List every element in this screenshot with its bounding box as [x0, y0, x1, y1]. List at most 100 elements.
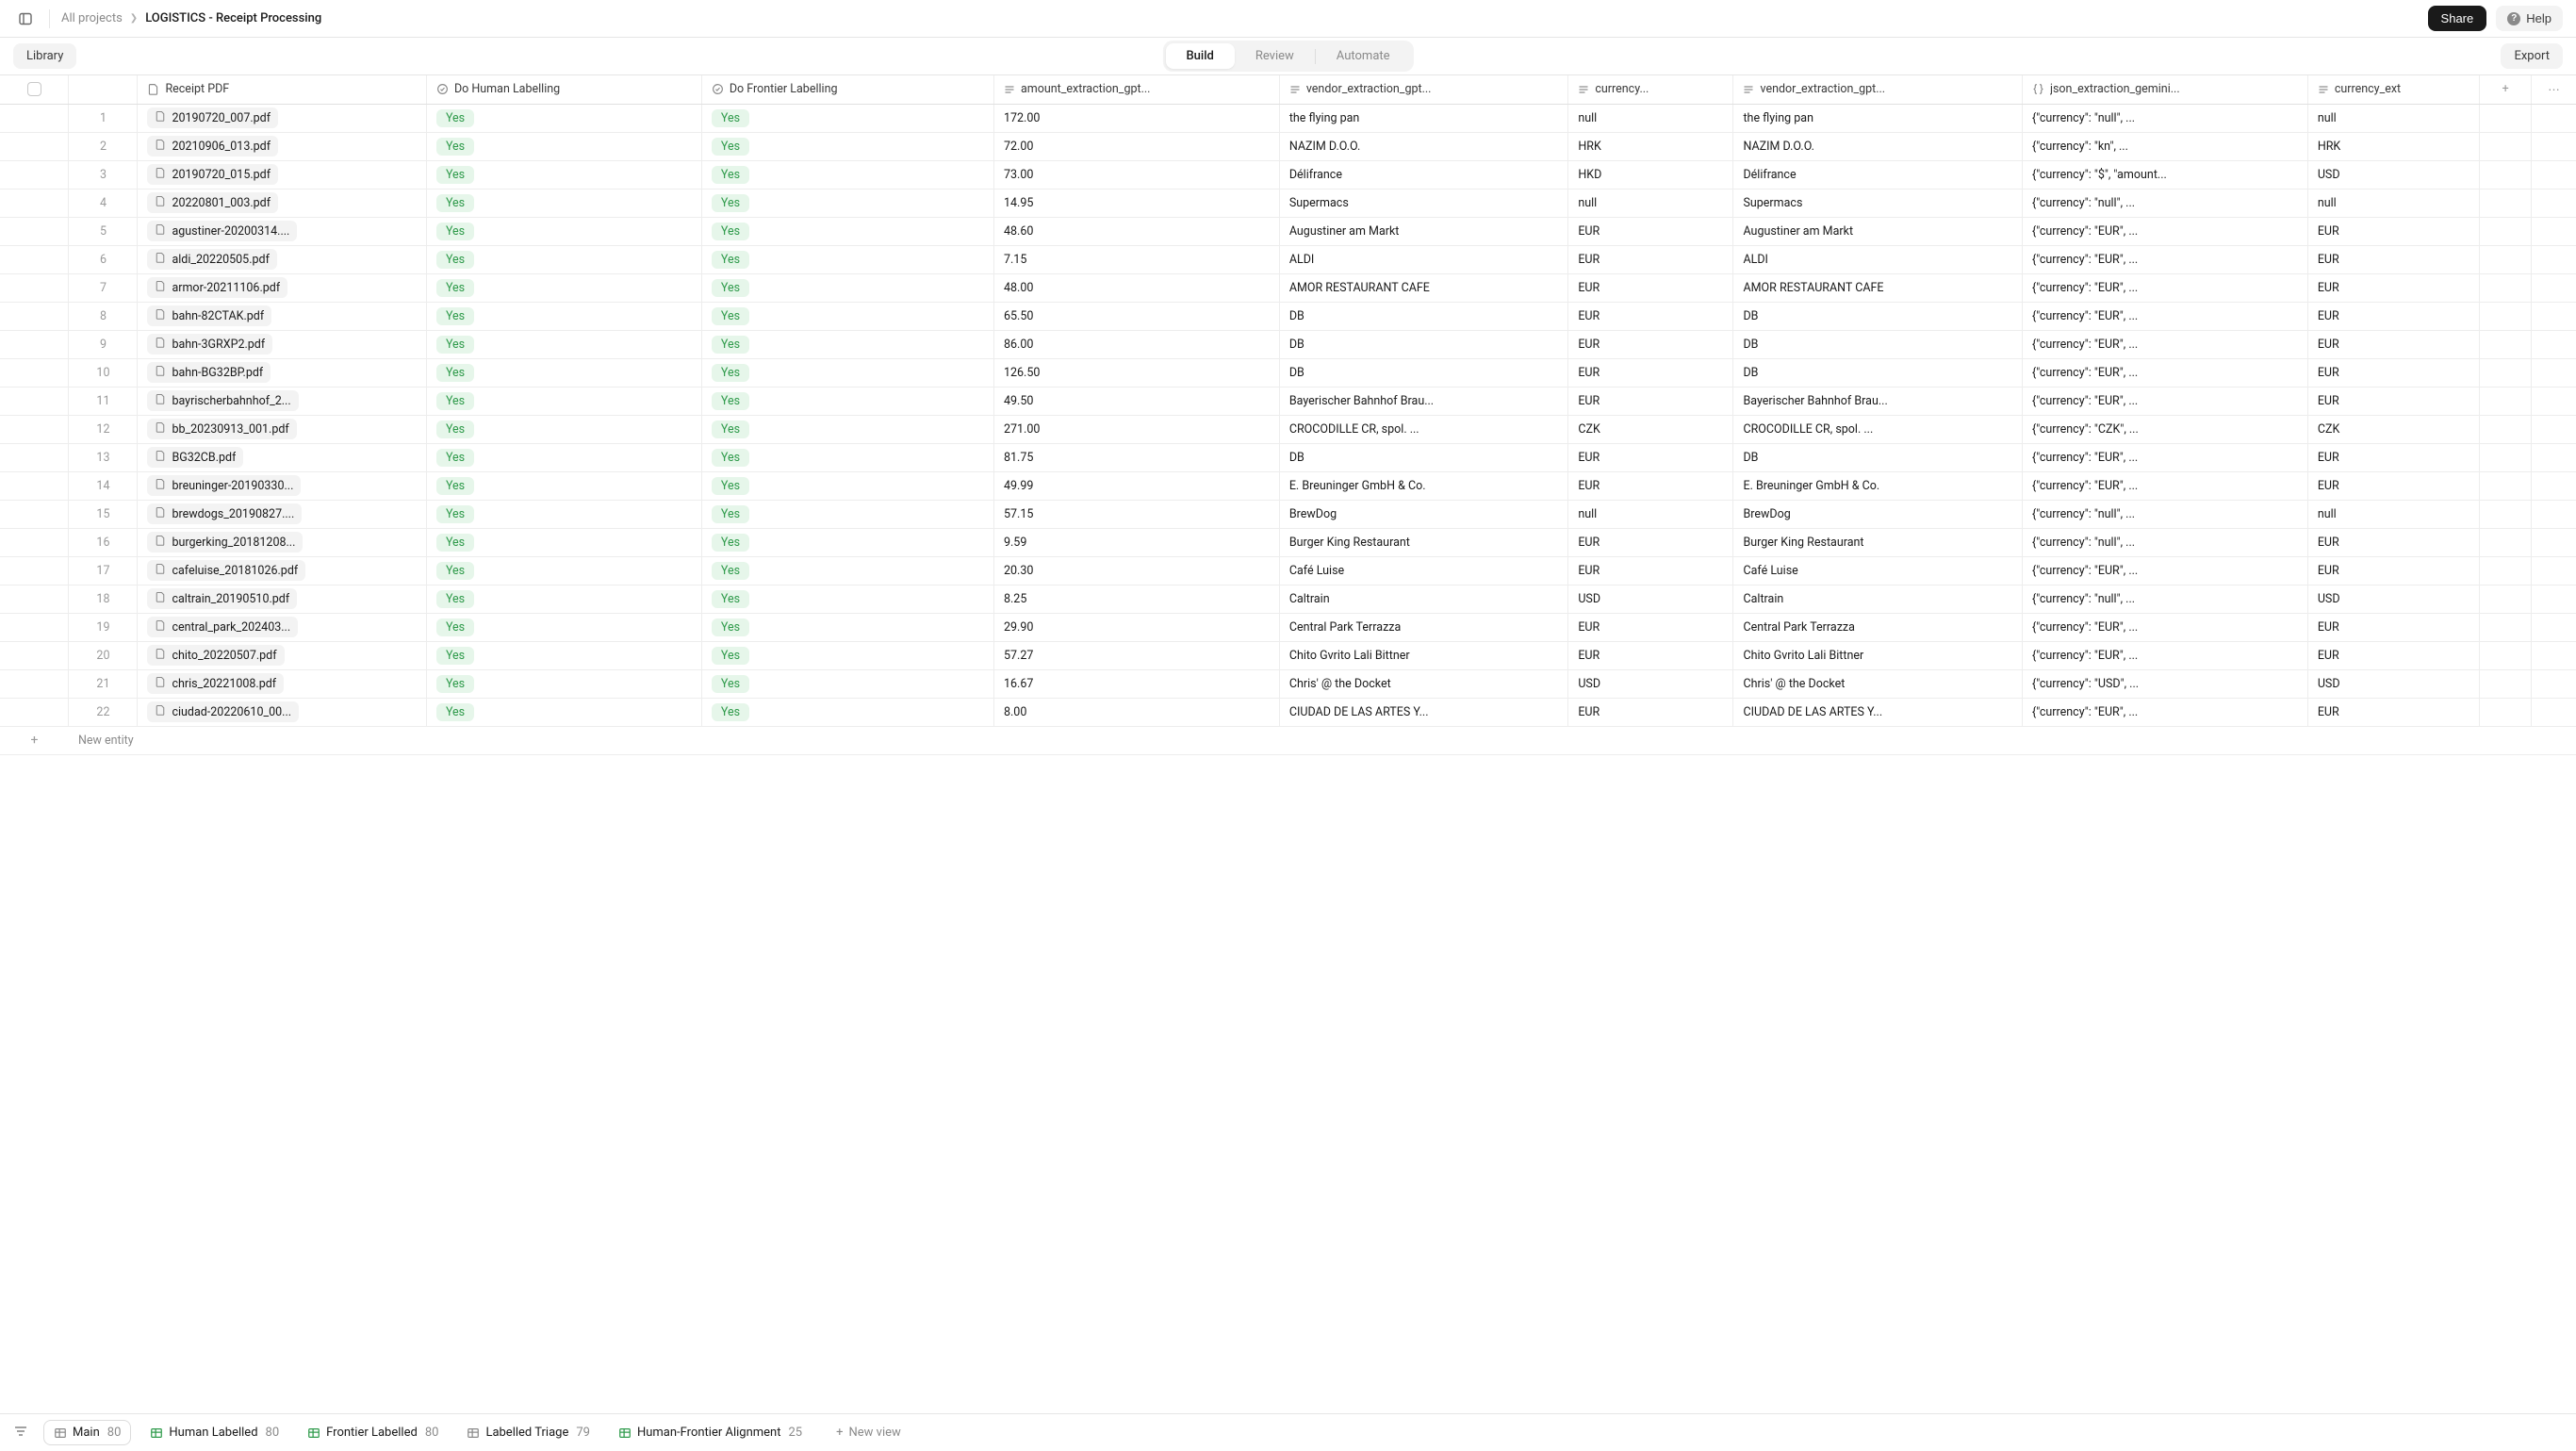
- cell-currency1[interactable]: null: [1568, 189, 1733, 217]
- cell-human[interactable]: Yes: [426, 585, 701, 613]
- cell-currency2[interactable]: HRK: [2307, 132, 2479, 160]
- cell-frontier[interactable]: Yes: [701, 245, 993, 273]
- col-vendor1[interactable]: vendor_extraction_gpt...: [1279, 75, 1568, 104]
- cell-currency1[interactable]: null: [1568, 104, 1733, 132]
- table-row[interactable]: 6aldi_20220505.pdfYesYes7.15ALDIEURALDI{…: [0, 245, 2576, 273]
- cell-currency2[interactable]: null: [2307, 500, 2479, 528]
- cell-json[interactable]: {"currency": "null", ...: [2022, 104, 2307, 132]
- cell-json[interactable]: {"currency": "kn", ...: [2022, 132, 2307, 160]
- row-select[interactable]: [0, 245, 69, 273]
- cell-currency2[interactable]: USD: [2307, 160, 2479, 189]
- cell-json[interactable]: {"currency": "EUR", ...: [2022, 613, 2307, 641]
- cell-currency1[interactable]: EUR: [1568, 613, 1733, 641]
- cell-amount[interactable]: 72.00: [993, 132, 1279, 160]
- cell-frontier[interactable]: Yes: [701, 585, 993, 613]
- cell-currency2[interactable]: EUR: [2307, 273, 2479, 302]
- mode-build[interactable]: Build: [1165, 43, 1234, 69]
- cell-json[interactable]: {"currency": "EUR", ...: [2022, 556, 2307, 585]
- cell-amount[interactable]: 48.00: [993, 273, 1279, 302]
- view-tab[interactable]: Frontier Labelled80: [298, 1421, 448, 1444]
- col-json[interactable]: json_extraction_gemini...: [2022, 75, 2307, 104]
- row-select[interactable]: [0, 273, 69, 302]
- cell-vendor1[interactable]: ALDI: [1279, 245, 1568, 273]
- cell-human[interactable]: Yes: [426, 132, 701, 160]
- cell-amount[interactable]: 57.15: [993, 500, 1279, 528]
- cell-human[interactable]: Yes: [426, 273, 701, 302]
- cell-human[interactable]: Yes: [426, 217, 701, 245]
- cell-currency1[interactable]: EUR: [1568, 528, 1733, 556]
- table-row[interactable]: 17cafeluise_20181026.pdfYesYes20.30Café …: [0, 556, 2576, 585]
- cell-human[interactable]: Yes: [426, 669, 701, 698]
- cell-file[interactable]: ciudad-20220610_00...: [138, 698, 427, 726]
- cell-vendor1[interactable]: DB: [1279, 443, 1568, 471]
- cell-frontier[interactable]: Yes: [701, 302, 993, 330]
- cell-file[interactable]: chris_20221008.pdf: [138, 669, 427, 698]
- cell-vendor2[interactable]: Augustiner am Markt: [1733, 217, 2023, 245]
- row-select[interactable]: [0, 500, 69, 528]
- table-row[interactable]: 19central_park_202403...YesYes29.90Centr…: [0, 613, 2576, 641]
- row-select[interactable]: [0, 330, 69, 358]
- checkbox[interactable]: [27, 82, 41, 96]
- cell-vendor1[interactable]: BrewDog: [1279, 500, 1568, 528]
- cell-file[interactable]: central_park_202403...: [138, 613, 427, 641]
- cell-vendor2[interactable]: E. Breuninger GmbH & Co.: [1733, 471, 2023, 500]
- cell-file[interactable]: 20190720_015.pdf: [138, 160, 427, 189]
- cell-currency1[interactable]: EUR: [1568, 556, 1733, 585]
- filter-button[interactable]: [13, 1424, 28, 1443]
- cell-human[interactable]: Yes: [426, 471, 701, 500]
- cell-vendor2[interactable]: DB: [1733, 358, 2023, 387]
- cell-amount[interactable]: 172.00: [993, 104, 1279, 132]
- cell-currency2[interactable]: EUR: [2307, 443, 2479, 471]
- mode-automate[interactable]: Automate: [1316, 43, 1411, 69]
- cell-file[interactable]: bahn-82CTAK.pdf: [138, 302, 427, 330]
- cell-human[interactable]: Yes: [426, 641, 701, 669]
- cell-currency1[interactable]: EUR: [1568, 641, 1733, 669]
- row-select[interactable]: [0, 556, 69, 585]
- cell-amount[interactable]: 7.15: [993, 245, 1279, 273]
- cell-currency2[interactable]: EUR: [2307, 613, 2479, 641]
- cell-file[interactable]: burgerking_20181208...: [138, 528, 427, 556]
- table-row[interactable]: 420220801_003.pdfYesYes14.95Supermacsnul…: [0, 189, 2576, 217]
- cell-amount[interactable]: 57.27: [993, 641, 1279, 669]
- cell-amount[interactable]: 8.00: [993, 698, 1279, 726]
- cell-vendor1[interactable]: Supermacs: [1279, 189, 1568, 217]
- cell-vendor2[interactable]: Chris' @ the Docket: [1733, 669, 2023, 698]
- cell-amount[interactable]: 8.25: [993, 585, 1279, 613]
- cell-vendor1[interactable]: Délifrance: [1279, 160, 1568, 189]
- cell-frontier[interactable]: Yes: [701, 613, 993, 641]
- column-more-button[interactable]: ⋯: [2531, 75, 2576, 104]
- table-row[interactable]: 20chito_20220507.pdfYesYes57.27Chito Gvr…: [0, 641, 2576, 669]
- cell-human[interactable]: Yes: [426, 302, 701, 330]
- table-row[interactable]: 21chris_20221008.pdfYesYes16.67Chris' @ …: [0, 669, 2576, 698]
- cell-currency1[interactable]: EUR: [1568, 698, 1733, 726]
- table-row[interactable]: 320190720_015.pdfYesYes73.00DélifranceHK…: [0, 160, 2576, 189]
- cell-file[interactable]: cafeluise_20181026.pdf: [138, 556, 427, 585]
- row-select[interactable]: [0, 387, 69, 415]
- table-row[interactable]: 15brewdogs_20190827....YesYes57.15BrewDo…: [0, 500, 2576, 528]
- cell-vendor2[interactable]: Supermacs: [1733, 189, 2023, 217]
- cell-currency1[interactable]: EUR: [1568, 443, 1733, 471]
- export-button[interactable]: Export: [2501, 43, 2563, 69]
- share-button[interactable]: Share: [2428, 6, 2487, 31]
- cell-vendor1[interactable]: Café Luise: [1279, 556, 1568, 585]
- cell-currency2[interactable]: USD: [2307, 585, 2479, 613]
- cell-json[interactable]: {"currency": "null", ...: [2022, 585, 2307, 613]
- cell-file[interactable]: bayrischerbahnhof_2...: [138, 387, 427, 415]
- cell-frontier[interactable]: Yes: [701, 160, 993, 189]
- cell-frontier[interactable]: Yes: [701, 443, 993, 471]
- col-currency2[interactable]: currency_ext: [2307, 75, 2479, 104]
- cell-currency1[interactable]: EUR: [1568, 273, 1733, 302]
- row-select[interactable]: [0, 132, 69, 160]
- col-frontier[interactable]: Do Frontier Labelling: [701, 75, 993, 104]
- col-vendor2[interactable]: vendor_extraction_gpt...: [1733, 75, 2023, 104]
- cell-file[interactable]: breuninger-20190330...: [138, 471, 427, 500]
- cell-file[interactable]: bahn-3GRXP2.pdf: [138, 330, 427, 358]
- cell-frontier[interactable]: Yes: [701, 500, 993, 528]
- cell-vendor2[interactable]: Bayerischer Bahnhof Brau...: [1733, 387, 2023, 415]
- row-select[interactable]: [0, 641, 69, 669]
- table-row[interactable]: 7armor-20211106.pdfYesYes48.00AMOR RESTA…: [0, 273, 2576, 302]
- row-select[interactable]: [0, 104, 69, 132]
- table-row[interactable]: 11bayrischerbahnhof_2...YesYes49.50Bayer…: [0, 387, 2576, 415]
- cell-vendor1[interactable]: DB: [1279, 302, 1568, 330]
- cell-vendor1[interactable]: DB: [1279, 358, 1568, 387]
